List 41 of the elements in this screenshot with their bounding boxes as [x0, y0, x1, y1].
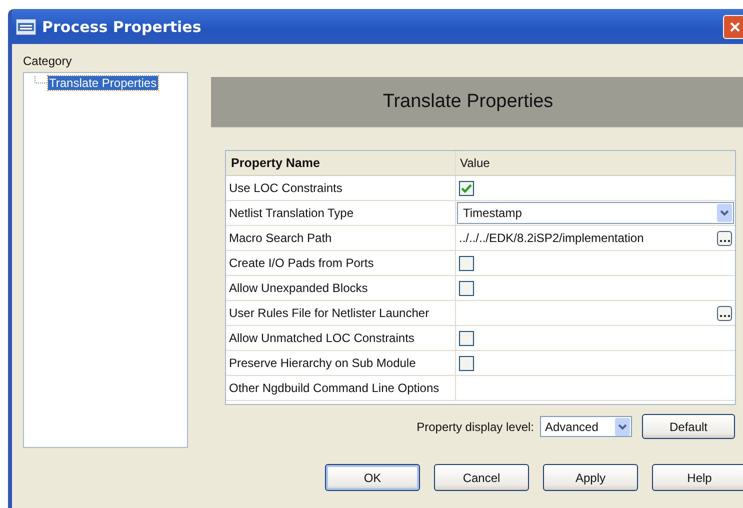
caret-icon — [618, 424, 627, 430]
check-icon — [461, 184, 472, 192]
checkbox[interactable] — [459, 356, 474, 370]
panel-title: Translate Properties — [382, 91, 554, 113]
property-name: Netlist Translation Type — [226, 201, 456, 225]
property-name: Macro Search Path — [226, 226, 456, 250]
browse-button[interactable] — [717, 230, 732, 246]
property-name: Preserve Hierarchy on Sub Module — [226, 351, 456, 375]
window-title: Process Properties — [42, 18, 202, 36]
display-level-label: Property display level: — [416, 420, 534, 434]
checkbox[interactable] — [459, 256, 474, 270]
checkbox[interactable] — [459, 280, 474, 296]
checkbox[interactable] — [459, 180, 474, 196]
property-name: Allow Unmatched LOC Constraints — [226, 326, 456, 350]
property-name: Create I/O Pads from Ports — [226, 251, 456, 275]
category-label: Category — [23, 54, 73, 69]
dialog-button[interactable]: Help — [652, 464, 743, 491]
tree-item[interactable]: Translate Properties — [48, 76, 158, 90]
property-name: Allow Unexpanded Blocks — [226, 276, 456, 300]
default-button[interactable]: Default — [642, 414, 735, 439]
dialog-button[interactable]: Cancel — [434, 464, 529, 491]
app-icon — [16, 18, 36, 34]
display-level-dropdown[interactable]: Advanced — [540, 416, 632, 437]
property-name: Use LOC Constraints — [226, 176, 456, 200]
close-icon — [729, 20, 741, 32]
column-header: Property Name — [226, 151, 456, 175]
checkbox[interactable] — [459, 330, 474, 346]
dialog-button[interactable]: Apply — [543, 464, 638, 491]
column-header: Value — [459, 155, 491, 172]
ellipsis-icon — [720, 238, 730, 242]
dialog-button[interactable]: OK — [325, 464, 420, 491]
property-name: Other Ngdbuild Command Line Options — [226, 376, 456, 400]
dropdown-value: Advanced — [545, 420, 598, 434]
browse-button[interactable] — [717, 306, 732, 320]
close-button[interactable] — [723, 14, 743, 38]
caret-icon — [720, 210, 729, 216]
ellipsis-icon — [720, 314, 730, 316]
property-value: ../../../EDK/8.2iSP2/implementation — [459, 231, 645, 245]
property-name: User Rules File for Netlister Launcher — [226, 301, 456, 325]
dropdown[interactable]: Timestamp — [457, 202, 734, 224]
dropdown-value: Timestamp — [463, 206, 522, 220]
